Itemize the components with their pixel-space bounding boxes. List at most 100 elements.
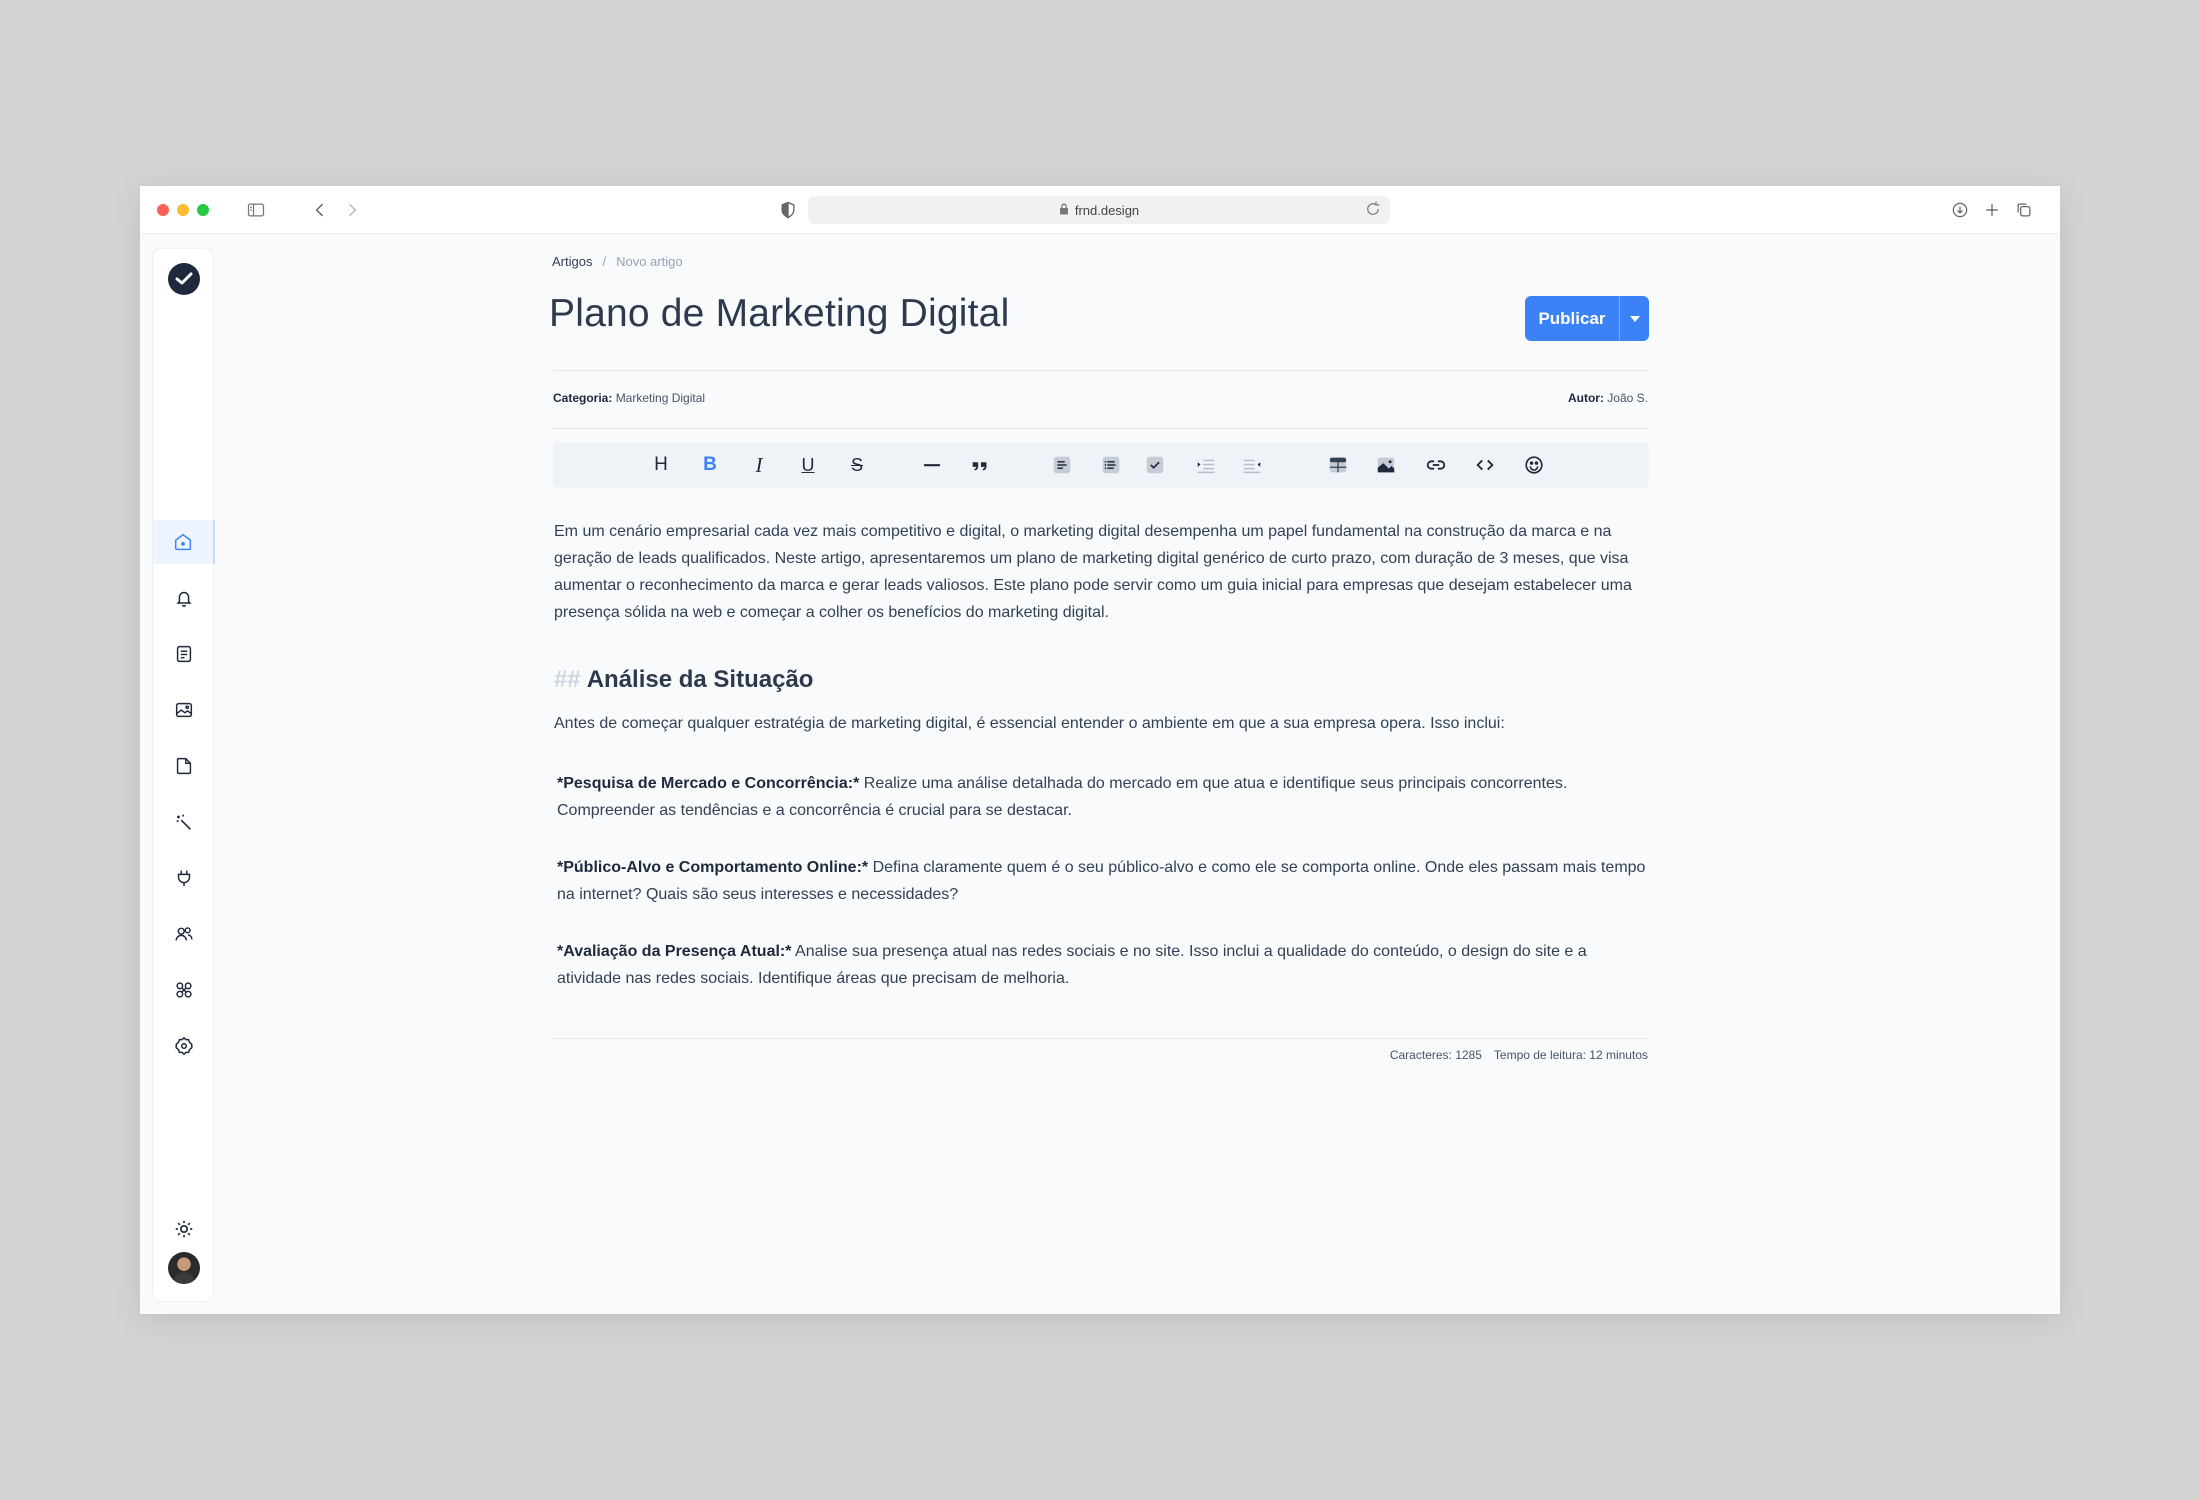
sidebar-item-integrations[interactable] <box>153 968 215 1012</box>
link-button[interactable] <box>1421 450 1451 480</box>
quote-icon <box>972 462 987 471</box>
editor-status-bar: Caracteres: 1285 Tempo de leitura: 12 mi… <box>1390 1048 1648 1062</box>
publish-split-button: Publicar <box>1525 296 1649 341</box>
forward-icon[interactable] <box>340 198 364 222</box>
sun-icon <box>175 1220 193 1238</box>
category-label: Categoria: <box>553 391 613 405</box>
quote-button[interactable] <box>965 450 995 480</box>
horizontal-rule-button[interactable] <box>917 450 947 480</box>
section-heading-text: Análise da Situação <box>586 666 814 693</box>
image-icon <box>175 702 193 718</box>
publish-button[interactable]: Publicar <box>1525 309 1619 329</box>
outdent-icon <box>1243 459 1261 474</box>
sidebar-toggle-icon[interactable] <box>244 198 268 222</box>
home-icon <box>174 533 192 551</box>
list-item-title: *Público-Alvo e Comportamento Online:* <box>557 859 869 876</box>
download-icon[interactable] <box>1948 198 1972 222</box>
close-window-button[interactable] <box>157 204 169 216</box>
maximize-window-button[interactable] <box>197 204 209 216</box>
browser-window: frnd.design Artigos / Novo artigo Plano … <box>140 186 2060 1314</box>
divider <box>553 428 1649 429</box>
emoji-button[interactable] <box>1519 450 1549 480</box>
publish-options-button[interactable] <box>1620 315 1649 322</box>
url-text: frnd.design <box>1074 202 1140 218</box>
caret-down-icon <box>1629 315 1640 322</box>
divider <box>553 1038 1649 1039</box>
users-icon <box>175 927 193 941</box>
breadcrumb-current: Novo artigo <box>616 254 683 269</box>
page-title[interactable]: Plano de Marketing Digital <box>549 292 1009 336</box>
plug-icon <box>177 870 191 887</box>
bullet-list-icon <box>1053 456 1071 474</box>
sidebar-item-media[interactable] <box>153 688 215 732</box>
article-intro-paragraph[interactable]: Em um cenário empresarial cada vez mais … <box>554 518 1652 626</box>
outdent-button[interactable] <box>1237 450 1267 480</box>
document-icon <box>176 645 192 663</box>
breadcrumb-separator: / <box>602 254 607 269</box>
new-tab-icon[interactable] <box>1980 198 2004 222</box>
author-info[interactable]: Autor: João S. <box>1568 391 1648 405</box>
strikethrough-button[interactable]: S <box>842 450 872 480</box>
indent-button[interactable] <box>1191 450 1221 480</box>
reload-icon[interactable] <box>1364 200 1384 220</box>
bell-icon <box>176 591 192 607</box>
divider <box>553 370 1649 371</box>
file-icon <box>176 757 192 775</box>
sidebar-item-magic[interactable] <box>153 800 215 844</box>
code-icon <box>1476 459 1494 471</box>
heading-button[interactable]: H <box>646 450 676 480</box>
indent-icon <box>1197 459 1215 474</box>
breadcrumb: Artigos / Novo artigo <box>552 254 683 269</box>
heading-marker: ## <box>554 666 581 693</box>
theme-toggle-button[interactable] <box>153 1212 215 1246</box>
bold-button[interactable]: B <box>695 450 725 480</box>
list-item[interactable]: *Pesquisa de Mercado e Concorrência:* Re… <box>557 770 1655 824</box>
list-item-title: *Pesquisa de Mercado e Concorrência:* <box>557 775 860 792</box>
list-item-title: *Avaliação da Presença Atual:* <box>557 943 792 960</box>
tab-overview-icon[interactable] <box>2012 198 2036 222</box>
table-button[interactable] <box>1323 450 1353 480</box>
emoji-icon <box>1525 456 1543 474</box>
sidebar-item-home[interactable] <box>153 520 215 564</box>
reading-time: Tempo de leitura: 12 minutos <box>1493 1048 1648 1062</box>
underline-button[interactable]: U <box>793 450 823 480</box>
link-icon <box>1426 460 1446 470</box>
address-bar[interactable]: frnd.design <box>808 196 1390 224</box>
bullet-list-button[interactable] <box>1047 450 1077 480</box>
category-value: Marketing Digital <box>615 391 706 405</box>
lock-icon <box>1059 203 1069 218</box>
integrations-icon <box>176 982 192 998</box>
back-icon[interactable] <box>308 198 332 222</box>
sidebar-item-settings[interactable] <box>153 1024 215 1068</box>
checklist-button[interactable] <box>1140 450 1170 480</box>
sidebar-item-users[interactable] <box>153 912 215 956</box>
sidebar-item-pages[interactable] <box>153 744 215 788</box>
avatar[interactable] <box>168 1252 200 1284</box>
code-button[interactable] <box>1470 450 1500 480</box>
checkbox-icon <box>1146 456 1164 474</box>
category-info[interactable]: Categoria: Marketing Digital <box>553 391 705 405</box>
character-count: Caracteres: 1285 <box>1389 1048 1482 1062</box>
minimize-window-button[interactable] <box>177 204 189 216</box>
breadcrumb-parent-link[interactable]: Artigos <box>552 254 592 269</box>
sidebar-item-notifications[interactable] <box>153 576 215 620</box>
settings-icon <box>175 1036 193 1056</box>
sidebar <box>152 248 215 1302</box>
list-item[interactable]: *Público-Alvo e Comportamento Online:* D… <box>557 854 1655 908</box>
section-heading[interactable]: ## Análise da Situação <box>554 666 813 694</box>
table-icon <box>1329 457 1347 473</box>
privacy-shield-icon[interactable] <box>776 198 800 222</box>
app-logo-icon[interactable] <box>168 263 200 295</box>
author-label: Autor: <box>1567 391 1604 405</box>
insert-image-button[interactable] <box>1371 450 1401 480</box>
browser-toolbar: frnd.design <box>140 186 2060 234</box>
sidebar-item-articles[interactable] <box>153 632 215 676</box>
image-icon <box>1377 457 1395 473</box>
sidebar-item-plugins[interactable] <box>153 856 215 900</box>
list-item[interactable]: *Avaliação da Presença Atual:* Analise s… <box>557 938 1655 992</box>
ordered-list-button[interactable] <box>1096 450 1126 480</box>
italic-button[interactable]: I <box>744 450 774 480</box>
horizontal-rule-icon <box>923 464 941 467</box>
section-lead-paragraph[interactable]: Antes de começar qualquer estratégia de … <box>554 710 1652 737</box>
formatting-toolbar: H B I U S <box>553 442 1649 488</box>
